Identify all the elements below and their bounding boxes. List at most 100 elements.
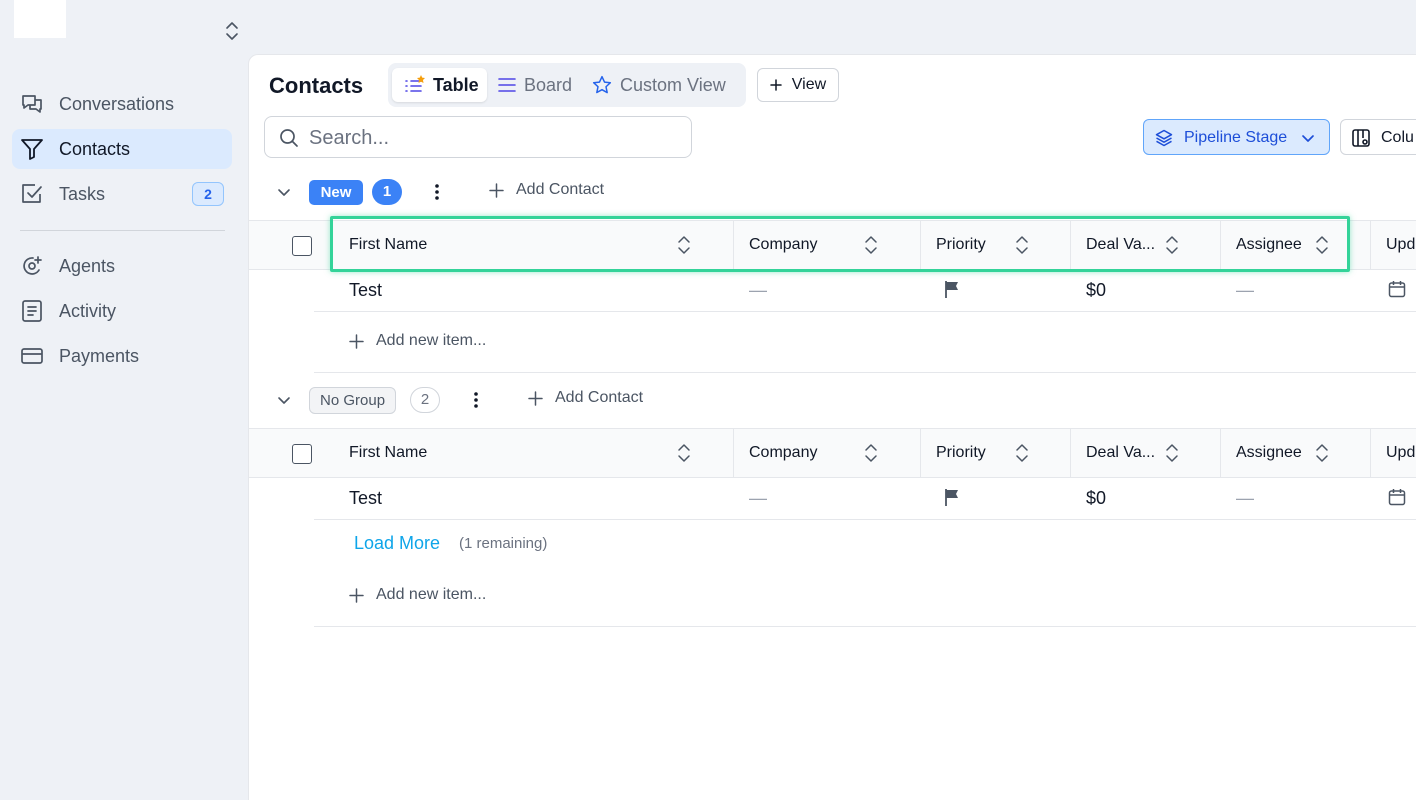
view-tabs: Table Board Custom View xyxy=(388,63,746,107)
plus-icon xyxy=(489,182,504,198)
column-header-assignee[interactable]: Assignee xyxy=(1221,429,1371,477)
cell-deal-value[interactable]: $0 xyxy=(1086,280,1106,301)
layers-icon xyxy=(1155,129,1173,147)
cell-assignee[interactable]: — xyxy=(1236,488,1254,509)
table-row[interactable]: Test — $0 — xyxy=(314,478,1416,520)
columns-button[interactable]: Colu xyxy=(1340,119,1416,155)
column-header-deal-value[interactable]: Deal Va... xyxy=(1071,429,1221,477)
cell-first-name[interactable]: Test xyxy=(349,488,382,509)
column-header-first-name[interactable]: First Name xyxy=(334,221,734,269)
tab-table[interactable]: Table xyxy=(392,68,487,102)
cell-first-name[interactable]: Test xyxy=(349,280,382,301)
search-input[interactable] xyxy=(309,125,679,151)
priority-flag-icon[interactable] xyxy=(944,488,960,506)
group-count-badge: 2 xyxy=(410,387,440,413)
add-new-item-button[interactable]: Add new item... xyxy=(349,332,486,350)
sidebar-item-label: Tasks xyxy=(59,183,106,204)
add-view-button[interactable]: View xyxy=(757,68,839,102)
sidebar-item-tasks[interactable]: Tasks 2 xyxy=(12,174,232,214)
calendar-icon[interactable] xyxy=(1388,488,1406,506)
sidebar-item-conversations[interactable]: Conversations xyxy=(12,84,232,124)
load-more-link[interactable]: Load More xyxy=(354,533,440,554)
add-item-label: Add new item... xyxy=(376,586,487,603)
tasks-count-badge: 2 xyxy=(192,182,224,206)
group-header-no-group: No Group 2 Add Contact xyxy=(249,380,1416,420)
column-header-priority[interactable]: Priority xyxy=(921,221,1071,269)
plus-icon xyxy=(528,390,543,406)
page-title: Contacts xyxy=(269,73,364,98)
agent-sparkle-icon xyxy=(20,254,44,278)
sort-icon[interactable] xyxy=(864,442,878,464)
sidebar-item-label: Activity xyxy=(59,300,117,321)
add-contact-button[interactable]: Add Contact xyxy=(528,389,643,407)
sort-icon[interactable] xyxy=(1315,234,1329,256)
calendar-icon[interactable] xyxy=(1388,280,1406,298)
add-view-label: View xyxy=(791,76,827,93)
tab-custom-view[interactable]: Custom View xyxy=(592,68,726,102)
table-row[interactable]: Test — $0 — xyxy=(314,270,1416,312)
sort-icon[interactable] xyxy=(1015,234,1029,256)
add-contact-label: Add Contact xyxy=(555,389,644,406)
chat-bubbles-icon xyxy=(20,92,44,116)
column-header-company[interactable]: Company xyxy=(734,429,921,477)
sort-icon[interactable] xyxy=(677,234,691,256)
more-vertical-icon[interactable] xyxy=(434,182,440,202)
sort-icon[interactable] xyxy=(677,442,691,464)
remaining-count-label: (1 remaining) xyxy=(459,535,548,552)
document-list-icon xyxy=(20,299,44,323)
group-count-badge: 1 xyxy=(372,179,402,205)
search-icon xyxy=(280,129,298,147)
group-divider xyxy=(314,626,1416,627)
cell-assignee[interactable]: — xyxy=(1236,280,1254,301)
columns-settings-icon xyxy=(1352,129,1370,147)
column-header-updated[interactable]: Upd xyxy=(1371,221,1416,269)
chevron-down-icon[interactable] xyxy=(275,391,293,409)
column-header-first-name[interactable]: First Name xyxy=(334,429,734,477)
column-header-priority[interactable]: Priority xyxy=(921,429,1071,477)
tab-board[interactable]: Board xyxy=(498,68,572,102)
tab-label: Custom View xyxy=(620,74,726,95)
sort-icon[interactable] xyxy=(1015,442,1029,464)
tab-label: Table xyxy=(433,74,479,95)
tab-label: Board xyxy=(524,74,573,95)
sidebar: Conversations Contacts Tasks 2 Agents Ac… xyxy=(0,0,248,800)
workspace-logo[interactable] xyxy=(14,0,66,38)
column-header-assignee[interactable]: Assignee xyxy=(1221,221,1371,269)
sort-icon[interactable] xyxy=(864,234,878,256)
sidebar-item-label: Contacts xyxy=(59,138,131,159)
more-vertical-icon[interactable] xyxy=(473,390,479,410)
pipeline-stage-button[interactable]: Pipeline Stage xyxy=(1143,119,1330,155)
sidebar-item-payments[interactable]: Payments xyxy=(12,336,232,376)
plus-icon xyxy=(770,79,782,91)
filter-funnel-icon xyxy=(20,137,44,161)
sidebar-item-contacts[interactable]: Contacts xyxy=(12,129,232,169)
column-header-deal-value[interactable]: Deal Va... xyxy=(1071,221,1221,269)
add-contact-button[interactable]: Add Contact xyxy=(489,181,604,199)
select-all-checkbox[interactable] xyxy=(292,236,312,256)
sort-icon[interactable] xyxy=(1165,234,1179,256)
sidebar-divider xyxy=(20,230,225,231)
add-new-item-button[interactable]: Add new item... xyxy=(349,586,486,604)
workspace-switcher-icon[interactable] xyxy=(222,20,242,42)
table-header: First Name Company Priority Deal Va... A… xyxy=(249,428,1416,478)
cell-company[interactable]: — xyxy=(749,488,767,509)
pipeline-stage-label: Pipeline Stage xyxy=(1184,129,1288,146)
column-header-updated[interactable]: Upd xyxy=(1371,429,1416,477)
add-item-label: Add new item... xyxy=(376,332,487,349)
plus-icon xyxy=(349,333,364,349)
cell-deal-value[interactable]: $0 xyxy=(1086,488,1106,509)
sort-icon[interactable] xyxy=(1315,442,1329,464)
chevron-down-icon xyxy=(1302,135,1314,142)
chevron-down-icon[interactable] xyxy=(275,183,293,201)
priority-flag-icon[interactable] xyxy=(944,280,960,298)
cell-company[interactable]: — xyxy=(749,280,767,301)
select-all-checkbox[interactable] xyxy=(292,444,312,464)
sort-icon[interactable] xyxy=(1165,442,1179,464)
sidebar-item-activity[interactable]: Activity xyxy=(12,291,232,331)
group-divider xyxy=(314,372,1416,373)
sidebar-item-label: Agents xyxy=(59,255,116,276)
sidebar-item-label: Conversations xyxy=(59,93,175,114)
group-label: No Group xyxy=(309,387,397,414)
column-header-company[interactable]: Company xyxy=(734,221,921,269)
sidebar-item-agents[interactable]: Agents xyxy=(12,246,232,286)
